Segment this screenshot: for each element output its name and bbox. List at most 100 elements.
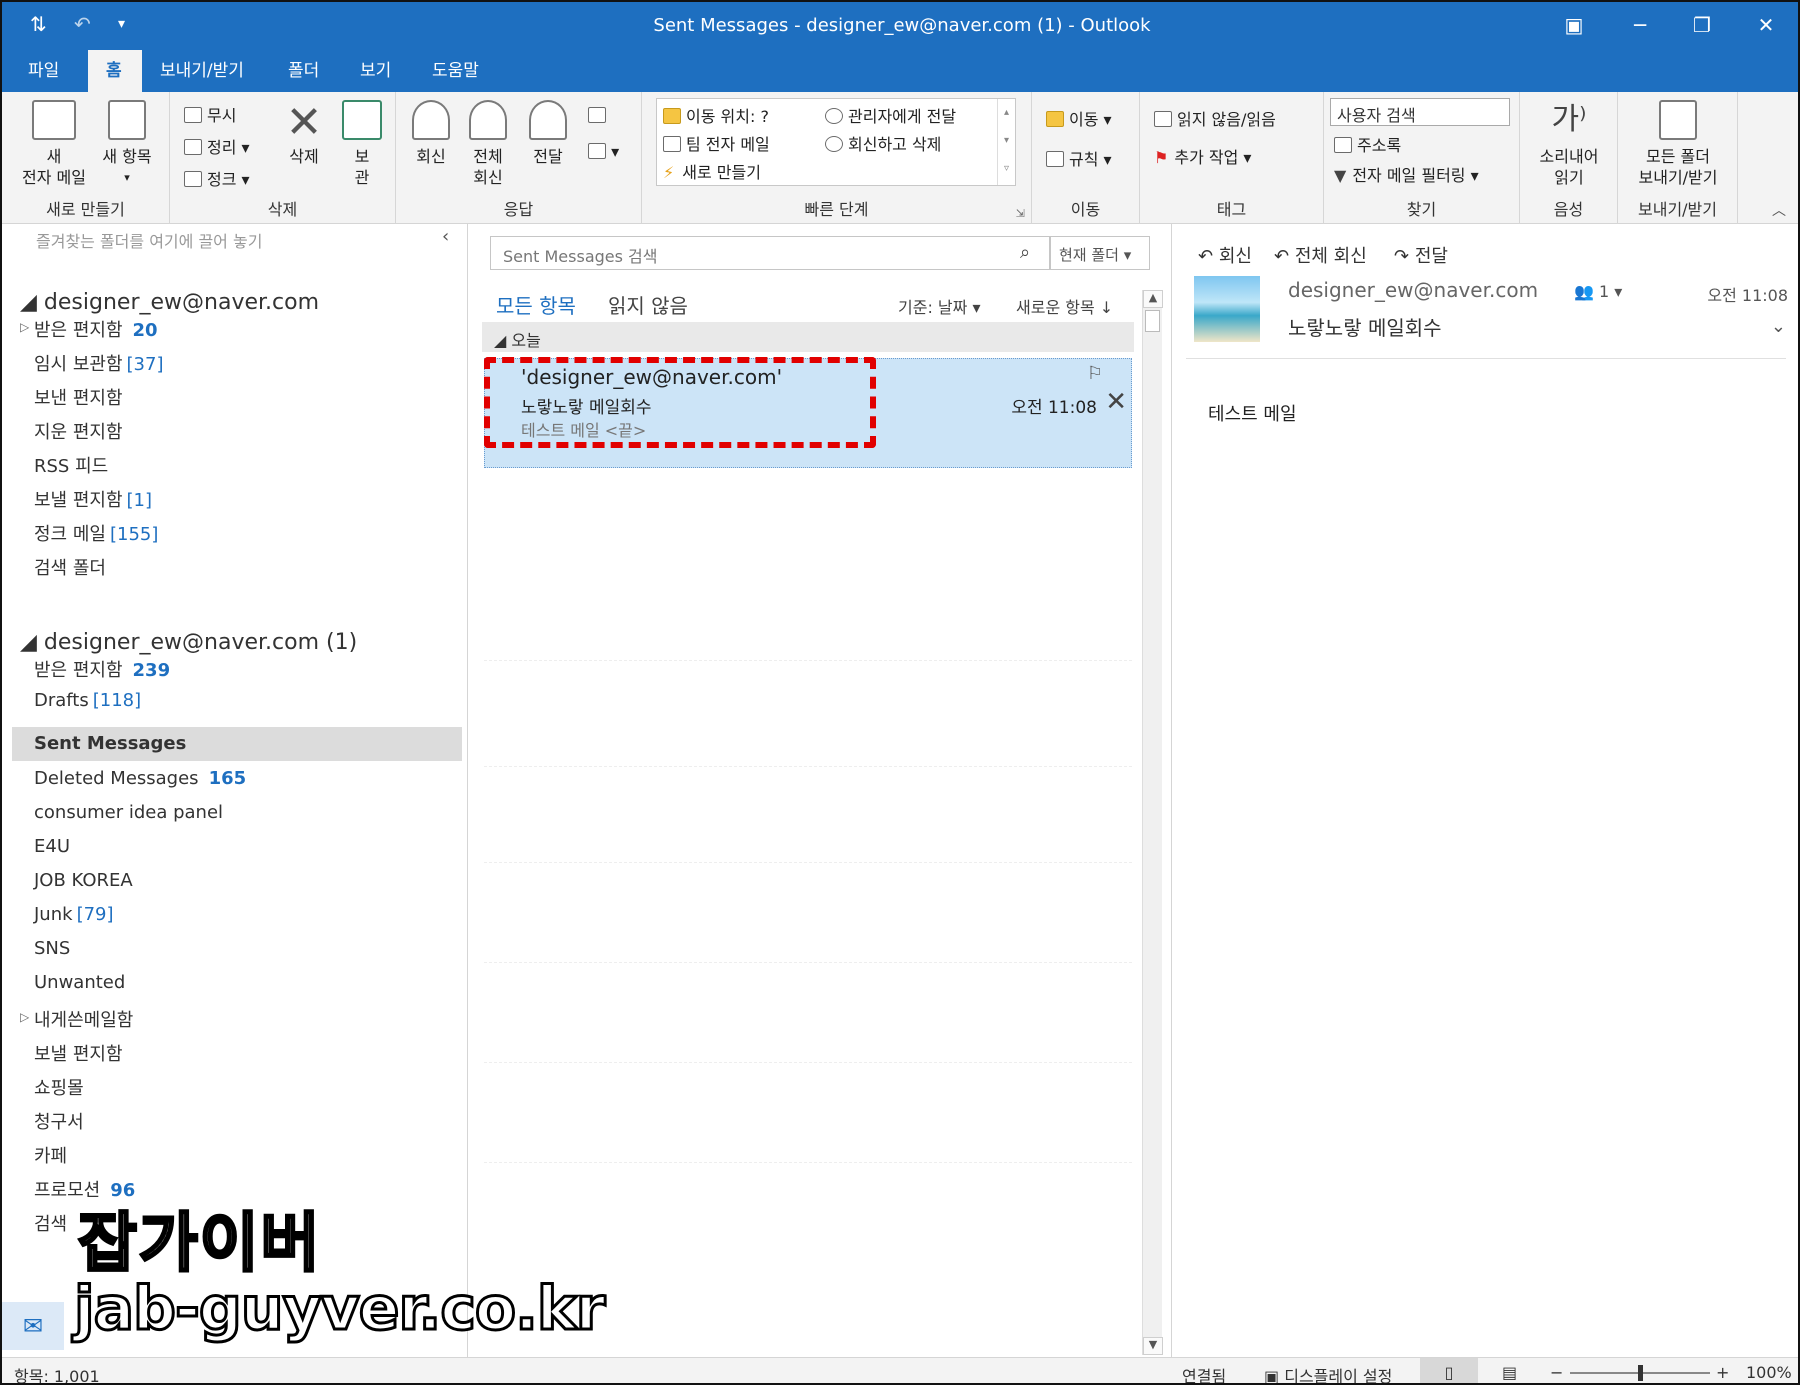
sort-by-dropdown[interactable]: 기준: 날짜 ▾ (898, 294, 980, 318)
minimize-button[interactable]: ─ (1620, 10, 1660, 40)
folder-drafts-1[interactable]: 임시 보관함 [37] (34, 350, 163, 376)
folder-deleted-messages[interactable]: Deleted Messages 165 (34, 768, 246, 789)
expand-arrow-icon[interactable]: ▷ (20, 320, 29, 334)
recipients-dropdown[interactable]: 👥 1 ▾ (1574, 282, 1622, 301)
reply-action[interactable]: ↶ 회신 (1198, 242, 1252, 268)
folder-job-korea[interactable]: JOB KOREA (34, 870, 133, 891)
forward-action[interactable]: ↷ 전달 (1394, 242, 1448, 268)
reply-small-icon: ↶ (1198, 246, 1214, 267)
folder-self-mail[interactable]: 내게쓴메일함 (34, 1006, 133, 1032)
display-settings-button[interactable]: ▣ 디스플레이 설정 (1264, 1363, 1392, 1383)
folder-junk-1[interactable]: 정크 메일 [155] (34, 520, 158, 546)
account-header-2[interactable]: ◢ designer_ew@naver.com (1) (20, 630, 357, 655)
read-aloud-button[interactable]: 가⁾ 소리내어 읽기 (1530, 100, 1608, 188)
delete-button[interactable]: ✕ 삭제 (272, 100, 336, 167)
folder-search-1[interactable]: 검색 폴더 (34, 554, 106, 580)
zoom-level[interactable]: 100% (1746, 1363, 1792, 1382)
folder-bills[interactable]: 청구서 (34, 1108, 84, 1134)
folder-rss-1[interactable]: RSS 피드 (34, 452, 108, 478)
followup-button[interactable]: ⚑ 추가 작업 ▾ (1154, 144, 1251, 168)
tab-folder[interactable]: 폴더 (270, 50, 337, 92)
folder-inbox-2[interactable]: 받은 편지함 239 (34, 656, 170, 682)
meeting-icon[interactable] (588, 106, 606, 125)
more-respond-icon[interactable]: ▾ (588, 142, 619, 161)
account-header-1[interactable]: ◢ designer_ew@naver.com (20, 290, 319, 315)
tab-all-items[interactable]: 모든 항목 (496, 290, 576, 319)
folder-deleted-1[interactable]: 지운 편지함 (34, 418, 123, 444)
archive-button[interactable]: 보 관 (332, 100, 392, 188)
flag-outline-icon[interactable]: ⚐ (1087, 363, 1103, 384)
new-items-button[interactable]: 새 항목 ▾ (92, 100, 162, 188)
ribbon-group-delete: 무시 정리 ▾ 정크 ▾ ✕ 삭제 보 관 삭제 (170, 92, 396, 224)
tab-help[interactable]: 도움말 (414, 50, 497, 92)
folder-sns[interactable]: SNS (34, 938, 70, 959)
junk-button[interactable]: 정크 ▾ (184, 166, 250, 190)
restore-button[interactable]: ❐ (1682, 10, 1722, 40)
scroll-thumb[interactable] (1145, 310, 1160, 332)
forward-button[interactable]: 전달 (520, 100, 576, 167)
quickstep-team[interactable]: 팀 전자 메일 (663, 131, 770, 155)
folder-sent-1[interactable]: 보낸 편지함 (34, 384, 123, 410)
dialog-launcher-icon[interactable]: ⇲ (1016, 207, 1025, 220)
gallery-scroll[interactable]: ▴ ▾ ▿ (997, 99, 1015, 185)
divider (484, 660, 1132, 661)
sendrecv-all-button[interactable]: 모든 폴더 보내기/받기 (1624, 100, 1732, 188)
ignore-button[interactable]: 무시 (184, 102, 236, 126)
reply-all-action[interactable]: ↶ 전체 회신 (1274, 242, 1367, 268)
folder-inbox-1[interactable]: 받은 편지함 20 (34, 316, 158, 342)
reading-view-icon[interactable]: ▤ (1502, 1363, 1517, 1382)
watermark-url: jab-guyver.co.kr (72, 1273, 606, 1346)
search-people-input[interactable]: 사용자 검색 (1330, 98, 1510, 126)
folder-junk-2[interactable]: Junk [79] (34, 904, 114, 925)
search-scope-dropdown[interactable]: 현재 폴더 ▾ (1050, 236, 1150, 270)
new-email-button[interactable]: 새 전자 메일 (14, 100, 94, 188)
quickstep-replydelete[interactable]: 회신하고 삭제 (825, 131, 941, 155)
folder-outbox-2[interactable]: 보낼 편지함 (34, 1040, 123, 1066)
collapse-ribbon-icon[interactable]: ︿ (1772, 200, 1786, 220)
expand-header-icon[interactable]: ⌄ (1771, 316, 1786, 337)
search-input[interactable]: Sent Messages 검색 (490, 236, 1050, 270)
quickstep-moveto[interactable]: 이동 위치: ? (663, 103, 769, 127)
ribbon-display-options-icon[interactable]: ▣ (1554, 10, 1594, 40)
close-button[interactable]: ✕ (1746, 10, 1786, 40)
folder-sent-messages-selected[interactable]: Sent Messages (12, 727, 462, 761)
sort-order-toggle[interactable]: 새로운 항목 ↓ (1016, 294, 1113, 318)
expand-arrow-icon[interactable]: ▷ (20, 1010, 29, 1024)
unread-read-button[interactable]: 읽지 않음/읽음 (1154, 106, 1276, 130)
reply-all-button[interactable]: 전체 회신 (460, 100, 516, 188)
move-button[interactable]: 이동 ▾ (1046, 106, 1112, 130)
zoom-in-icon[interactable]: + (1716, 1363, 1729, 1382)
scroll-down-icon[interactable]: ▼ (1143, 1337, 1163, 1355)
search-icon[interactable]: ⌕ (1020, 242, 1030, 263)
zoom-slider-thumb[interactable] (1638, 1365, 1643, 1381)
folder-cafe[interactable]: 카페 (34, 1142, 67, 1168)
folder-outbox-1[interactable]: 보낼 편지함 [1] (34, 486, 152, 512)
tab-file[interactable]: 파일 (10, 50, 77, 92)
folder-shopping[interactable]: 쇼핑몰 (34, 1074, 84, 1100)
folder-unwanted[interactable]: Unwanted (34, 972, 125, 993)
quickstep-new[interactable]: ⚡ 새로 만들기 (663, 159, 761, 183)
folder-consumer-idea-panel[interactable]: consumer idea panel (34, 802, 223, 823)
tab-view[interactable]: 보기 (342, 50, 409, 92)
filter-email-button[interactable]: ▼ 전자 메일 필터링 ▾ (1334, 162, 1479, 186)
tab-send-receive[interactable]: 보내기/받기 (142, 50, 262, 92)
mail-nav-icon[interactable]: ✉ (2, 1302, 64, 1350)
tab-unread[interactable]: 읽지 않음 (608, 290, 688, 319)
favorites-drop-hint: 즐겨찾는 폴더를 여기에 끌어 놓기 (36, 232, 263, 251)
collapse-folder-pane-icon[interactable]: ‹ (442, 226, 449, 247)
rules-button[interactable]: 규칙 ▾ (1046, 146, 1112, 170)
message-list-scrollbar[interactable]: ▲ ▼ (1142, 290, 1163, 1355)
address-book-button[interactable]: 주소록 (1334, 132, 1401, 156)
reply-button[interactable]: 회신 (404, 100, 458, 167)
group-header-today[interactable]: ◢ 오늘 (482, 322, 1134, 352)
scroll-up-icon[interactable]: ▲ (1143, 290, 1163, 308)
zoom-out-icon[interactable]: − (1550, 1363, 1563, 1382)
cleanup-button[interactable]: 정리 ▾ (184, 134, 250, 158)
normal-view-icon[interactable]: ▯ (1420, 1358, 1478, 1383)
delete-message-icon[interactable]: ✕ (1105, 387, 1127, 417)
folder-e4u[interactable]: E4U (34, 836, 70, 857)
tab-home[interactable]: 홈 (88, 50, 142, 92)
quickstep-tomanager[interactable]: 관리자에게 전달 (825, 103, 956, 127)
folder-search-2[interactable]: 검색 (34, 1210, 67, 1236)
folder-drafts-2[interactable]: Drafts [118] (34, 690, 141, 711)
